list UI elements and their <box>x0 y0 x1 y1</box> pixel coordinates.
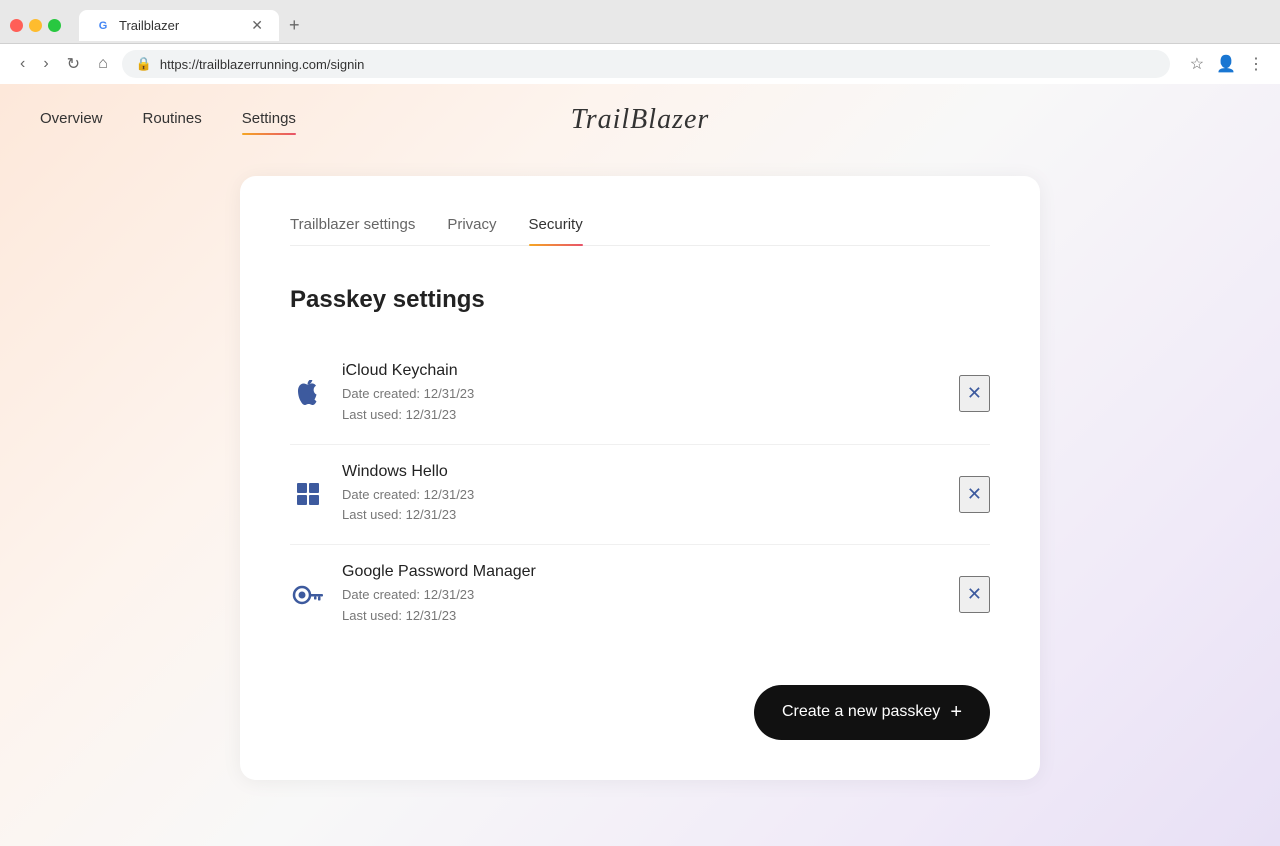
browser-tab[interactable]: G Trailblazer ✕ <box>79 10 279 41</box>
passkey-meta-google: Date created: 12/31/23 Last used: 12/31/… <box>342 585 943 627</box>
passkey-item-windows: Windows Hello Date created: 12/31/23 Las… <box>290 445 990 546</box>
apple-icon <box>290 376 326 412</box>
refresh-button[interactable]: ↻ <box>63 50 84 78</box>
top-nav: Overview Routines Settings TrailBlazer <box>0 84 1280 156</box>
new-tab-button[interactable]: + <box>279 8 310 43</box>
key-icon <box>290 577 326 613</box>
url-input[interactable]: 🔒 https://trailblazerrunning.com/signin <box>122 50 1170 78</box>
address-bar: ‹ › ↻ ⌂ 🔒 https://trailblazerrunning.com… <box>0 43 1280 84</box>
passkey-meta-icloud: Date created: 12/31/23 Last used: 12/31/… <box>342 384 943 426</box>
nav-settings[interactable]: Settings <box>242 110 296 131</box>
create-btn-container: Create a new passkey + <box>290 685 990 740</box>
passkey-name-icloud: iCloud Keychain <box>342 362 943 380</box>
lock-icon: 🔒 <box>136 56 152 72</box>
traffic-light-red[interactable] <box>10 19 23 32</box>
create-passkey-button[interactable]: Create a new passkey + <box>754 685 990 740</box>
passkey-list: iCloud Keychain Date created: 12/31/23 L… <box>290 344 990 645</box>
passkey-item-google: Google Password Manager Date created: 12… <box>290 545 990 645</box>
settings-tabs: Trailblazer settings Privacy Security <box>290 216 990 246</box>
tab-close-button[interactable]: ✕ <box>251 17 263 34</box>
home-button[interactable]: ⌂ <box>94 51 112 77</box>
delete-google-button[interactable]: ✕ <box>959 576 990 613</box>
passkey-item-icloud: iCloud Keychain Date created: 12/31/23 L… <box>290 344 990 445</box>
url-text: https://trailblazerrunning.com/signin <box>160 57 1156 72</box>
tab-trailblazer-settings[interactable]: Trailblazer settings <box>290 216 415 245</box>
nav-routines[interactable]: Routines <box>143 110 202 131</box>
windows-icon <box>290 476 326 512</box>
section-title: Passkey settings <box>290 286 990 314</box>
delete-windows-button[interactable]: ✕ <box>959 476 990 513</box>
tab-privacy[interactable]: Privacy <box>447 216 496 245</box>
passkey-info-icloud: iCloud Keychain Date created: 12/31/23 L… <box>342 362 943 426</box>
create-passkey-label: Create a new passkey <box>782 703 940 721</box>
logo: TrailBlazer <box>571 104 710 136</box>
google-favicon: G <box>95 18 111 34</box>
passkey-info-google: Google Password Manager Date created: 12… <box>342 563 943 627</box>
back-button[interactable]: ‹ <box>16 51 29 77</box>
passkey-name-windows: Windows Hello <box>342 463 943 481</box>
traffic-light-yellow[interactable] <box>29 19 42 32</box>
menu-icon[interactable]: ⋮ <box>1248 54 1264 74</box>
tab-title: Trailblazer <box>119 18 179 33</box>
tab-security[interactable]: Security <box>529 216 583 245</box>
profile-icon[interactable]: 👤 <box>1216 54 1236 74</box>
main-card: Trailblazer settings Privacy Security Pa… <box>240 176 1040 780</box>
nav-overview[interactable]: Overview <box>40 110 103 131</box>
delete-icloud-button[interactable]: ✕ <box>959 375 990 412</box>
bookmark-icon[interactable]: ☆ <box>1190 54 1204 74</box>
forward-button[interactable]: › <box>39 51 52 77</box>
passkey-name-google: Google Password Manager <box>342 563 943 581</box>
passkey-info-windows: Windows Hello Date created: 12/31/23 Las… <box>342 463 943 527</box>
passkey-meta-windows: Date created: 12/31/23 Last used: 12/31/… <box>342 485 943 527</box>
plus-icon: + <box>950 701 962 724</box>
traffic-light-green[interactable] <box>48 19 61 32</box>
